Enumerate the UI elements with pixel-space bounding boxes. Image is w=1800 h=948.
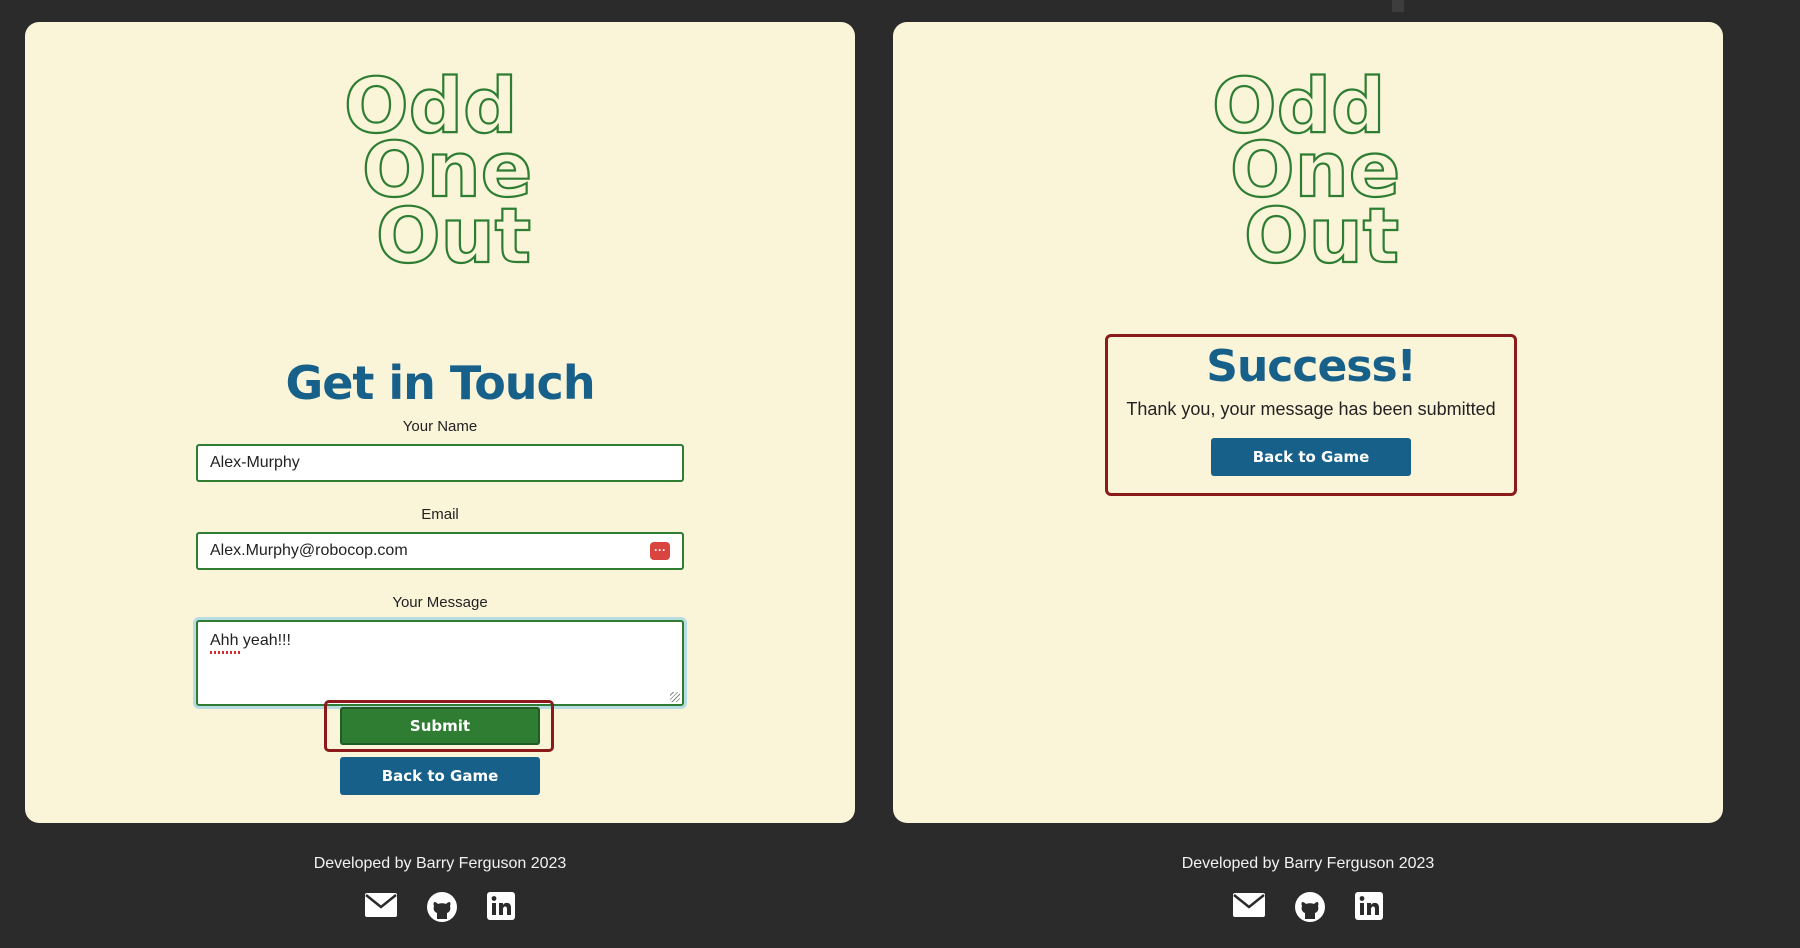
- submit-button[interactable]: Submit: [340, 707, 540, 745]
- envelope-icon[interactable]: [1232, 891, 1266, 919]
- social-links: [25, 891, 855, 923]
- linkedin-icon[interactable]: [486, 891, 516, 921]
- spellcheck-underline: [210, 651, 240, 654]
- logo-line-out: Out: [376, 191, 531, 270]
- message-field-wrapper: Ahh yeah!!!: [196, 620, 684, 706]
- success-back-to-game-button[interactable]: Back to Game: [1211, 438, 1411, 476]
- odd-one-out-logo: Odd One Out: [25, 70, 855, 270]
- page-title: Get in Touch: [285, 356, 595, 410]
- footer-credit: Developed by Barry Ferguson 2023: [313, 855, 567, 872]
- logo-line-out: Out: [1244, 191, 1399, 270]
- social-links: [893, 891, 1723, 923]
- password-manager-icon[interactable]: ···: [650, 542, 670, 560]
- envelope-icon[interactable]: [364, 891, 398, 919]
- back-to-game-button[interactable]: Back to Game: [340, 757, 540, 795]
- odd-one-out-logo: Odd One Out: [893, 70, 1723, 270]
- email-label: Email: [421, 506, 459, 523]
- email-input[interactable]: [196, 532, 684, 570]
- footer: Developed by Barry Ferguson 2023: [25, 855, 855, 923]
- contact-panel: Odd One Out Get in Touch Your Name Email…: [25, 22, 855, 823]
- message-label: Your Message: [392, 594, 488, 611]
- linkedin-icon[interactable]: [1354, 891, 1384, 921]
- footer: Developed by Barry Ferguson 2023: [893, 855, 1723, 923]
- message-textarea[interactable]: Ahh yeah!!!: [196, 620, 684, 706]
- scrollbar-thumb[interactable]: [1392, 0, 1404, 12]
- github-icon[interactable]: [1294, 891, 1326, 923]
- success-panel: Odd One Out Success! Thank you, your mes…: [893, 22, 1723, 823]
- success-message-box: Success! Thank you, your message has bee…: [1105, 334, 1517, 496]
- email-field-wrapper: ···: [196, 532, 684, 570]
- name-input[interactable]: [196, 444, 684, 482]
- success-text: Thank you, your message has been submitt…: [1126, 399, 1496, 419]
- github-icon[interactable]: [426, 891, 458, 923]
- success-title: Success!: [1206, 341, 1416, 392]
- footer-credit: Developed by Barry Ferguson 2023: [1181, 855, 1435, 872]
- name-label: Your Name: [402, 418, 478, 435]
